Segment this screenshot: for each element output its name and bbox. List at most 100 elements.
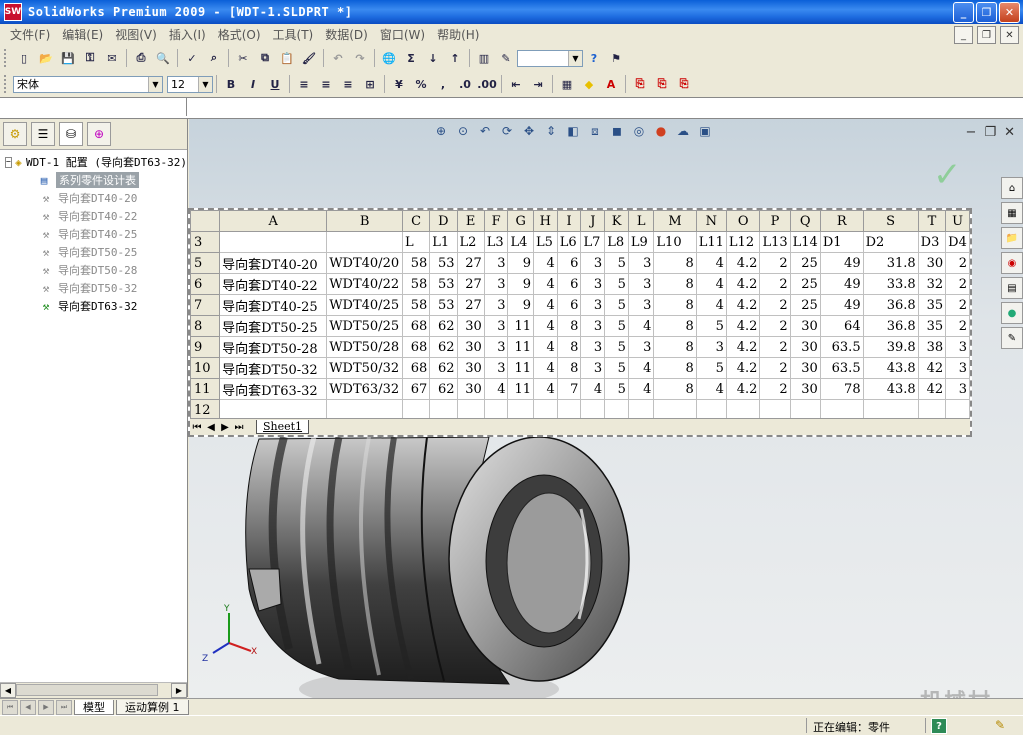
apply-scene-icon[interactable]: ☁ (674, 122, 692, 140)
table-cell[interactable]: WDT63/32 (326, 378, 404, 400)
viewport-close-icon[interactable]: ✕ (1004, 125, 1015, 140)
chart-wizard-icon[interactable]: ▥ (475, 49, 493, 67)
fill-color-icon[interactable]: ◆ (580, 75, 598, 93)
table-cell[interactable]: 4 (695, 294, 727, 316)
table-cell[interactable]: 7 (556, 378, 582, 400)
configuration-manager-tab-icon[interactable]: ⛁ (59, 122, 83, 146)
toolbox-icon[interactable]: ◉ (1001, 252, 1023, 274)
table-cell[interactable]: 2 (759, 294, 791, 316)
table-cell[interactable]: 5 (604, 315, 629, 337)
table-cell[interactable]: 49 (819, 294, 864, 316)
next-sheet-icon[interactable]: ▶ (218, 422, 232, 433)
column-header[interactable]: G (507, 210, 534, 232)
save-icon[interactable]: 💾 (59, 49, 77, 67)
table-cell[interactable]: 62 (429, 357, 458, 379)
table-cell[interactable]: 67 (402, 378, 431, 400)
config-item[interactable]: ⚒ 导向套DT40-25 (0, 225, 187, 243)
table-cell[interactable]: L1 (429, 231, 458, 253)
table-cell[interactable]: 5 (695, 357, 727, 379)
table-cell[interactable]: 6 (556, 252, 582, 274)
table-cell[interactable]: WDT50/32 (326, 357, 404, 379)
table-cell[interactable]: 3 (945, 336, 970, 358)
scroll-left-icon[interactable]: ◀ (0, 682, 16, 698)
column-header[interactable]: Q (789, 210, 821, 232)
table-cell[interactable]: 4 (695, 252, 727, 274)
config-item-active[interactable]: ⚒ 导向套DT63-32 (0, 297, 187, 315)
table-cell[interactable]: 30 (789, 357, 821, 379)
table-cell[interactable]: 导向套DT50-28 (219, 336, 328, 358)
autosum-icon[interactable]: Σ (402, 49, 420, 67)
table-cell[interactable]: 9 (507, 294, 534, 316)
table-cell[interactable]: 42 (917, 378, 947, 400)
table-cell[interactable]: 导向套DT50-25 (219, 315, 328, 337)
table-cell[interactable]: 3 (580, 315, 606, 337)
table-cell[interactable]: 36.8 (862, 294, 919, 316)
column-header[interactable]: T (917, 210, 947, 232)
paste-icon[interactable]: 📋 (278, 49, 296, 67)
column-header[interactable]: H (532, 210, 558, 232)
table-cell[interactable]: L9 (627, 231, 655, 253)
restore-button[interactable]: ❐ (976, 2, 997, 23)
column-header[interactable]: P (759, 210, 791, 232)
table-cell[interactable]: L (402, 231, 431, 253)
doc-restore-button[interactable]: ❐ (977, 26, 996, 44)
table-cell[interactable]: 8 (556, 315, 582, 337)
custom-properties-icon[interactable]: ✎ (1001, 327, 1023, 349)
viewport-minimize-icon[interactable]: − (966, 125, 977, 140)
table-cell[interactable]: 4 (627, 378, 655, 400)
table-cell[interactable]: 3 (580, 336, 606, 358)
appearances-icon[interactable]: ● (1001, 302, 1023, 324)
options-icon[interactable]: ⚑ (607, 49, 625, 67)
sw-logo-icon[interactable]: SW (4, 3, 22, 21)
table-cell[interactable]: WDT40/20 (326, 252, 404, 274)
table-cell[interactable]: 49 (819, 273, 864, 295)
print-icon[interactable]: ⎙ (132, 49, 150, 67)
row-header[interactable]: 9 (190, 336, 221, 358)
table-cell[interactable]: 4 (532, 252, 558, 274)
table-cell[interactable]: 2 (759, 357, 791, 379)
table-cell[interactable]: 4 (695, 378, 727, 400)
table-cell[interactable]: 30 (456, 315, 485, 337)
table-cell[interactable] (219, 231, 328, 253)
pdf-review-icon[interactable]: ⎘ (675, 75, 693, 93)
table-cell[interactable]: 2 (945, 294, 970, 316)
table-cell[interactable]: L4 (507, 231, 534, 253)
collapse-icon[interactable]: − (5, 156, 12, 168)
column-header[interactable]: R (819, 210, 864, 232)
table-cell[interactable]: 4 (532, 315, 558, 337)
column-header[interactable]: S (862, 210, 919, 232)
decrease-indent-icon[interactable]: ⇤ (507, 75, 525, 93)
zoom-to-fit-icon[interactable]: ⊕ (432, 122, 450, 140)
column-header[interactable]: K (604, 210, 629, 232)
table-cell[interactable]: 11 (507, 336, 534, 358)
hyperlink-icon[interactable]: 🌐 (380, 49, 398, 67)
table-cell[interactable]: 30 (456, 336, 485, 358)
next-tab-icon[interactable]: ▶ (38, 699, 54, 715)
table-cell[interactable]: 4 (627, 357, 655, 379)
section-view-icon[interactable]: ◧ (564, 122, 582, 140)
format-painter-icon[interactable]: 🖌 (300, 49, 318, 67)
table-cell[interactable]: 43.8 (862, 378, 919, 400)
table-cell[interactable]: 3 (945, 357, 970, 379)
first-tab-icon[interactable]: ⏮ (2, 699, 18, 715)
sort-ascending-icon[interactable]: ↓ (424, 49, 442, 67)
table-cell[interactable]: L2 (456, 231, 485, 253)
prev-tab-icon[interactable]: ◀ (20, 699, 36, 715)
table-cell[interactable]: 33.8 (862, 273, 919, 295)
table-cell[interactable]: 5 (604, 252, 629, 274)
scroll-right-icon[interactable]: ▶ (171, 682, 187, 698)
table-cell[interactable]: 2 (759, 378, 791, 400)
column-header[interactable]: O (725, 210, 761, 232)
decrease-decimal-icon[interactable]: .00 (477, 75, 497, 93)
pdf-email-icon[interactable]: ⎘ (653, 75, 671, 93)
home-icon[interactable]: ⌂ (1001, 177, 1023, 199)
table-cell[interactable]: 11 (507, 378, 534, 400)
tab-motion-study[interactable]: 运动算例 1 (116, 699, 189, 715)
table-cell[interactable]: L5 (532, 231, 558, 253)
table-cell[interactable]: 3 (580, 273, 606, 295)
table-cell[interactable]: 27 (456, 294, 485, 316)
property-manager-tab-icon[interactable]: ☰ (31, 122, 55, 146)
underline-icon[interactable]: U (266, 75, 284, 93)
panel-horizontal-scrollbar[interactable]: ◀ ▶ (0, 682, 187, 698)
table-cell[interactable]: 导向套DT63-32 (219, 378, 328, 400)
